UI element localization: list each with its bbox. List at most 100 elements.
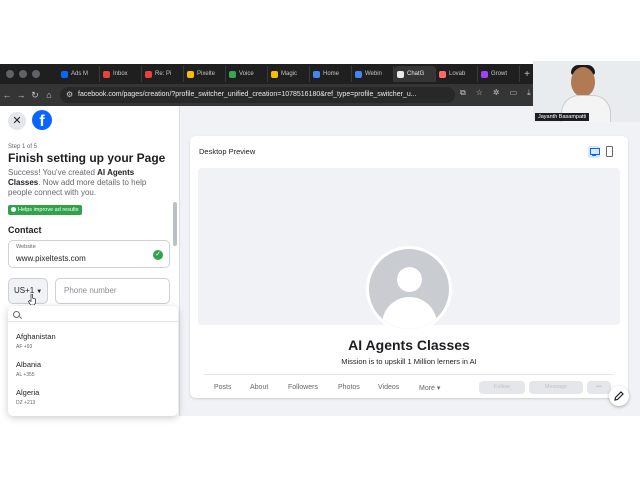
tab-favicon-icon xyxy=(187,70,194,78)
install-icon[interactable]: ⧉ xyxy=(460,88,466,98)
tab-label: Home xyxy=(323,71,340,77)
country-dial-code: AL +355 xyxy=(16,372,35,378)
tab-favicon-icon xyxy=(481,70,488,78)
tab-label: Magic xyxy=(281,71,298,77)
tab-favicon-icon xyxy=(439,70,446,78)
new-tab-button[interactable]: + xyxy=(520,66,534,82)
browser-tab[interactable]: ChatG xyxy=(394,66,436,82)
country-dial-code: AF +93 xyxy=(16,344,33,350)
tab-favicon-icon xyxy=(271,70,278,78)
screen: Ads M Inbox Re: Pi Pixelte Voice Magic Home Web… xyxy=(0,0,640,480)
nav-followers: Followers xyxy=(288,384,318,391)
preview-page-name: AI Agents Classes xyxy=(348,337,470,353)
nav-more: More ▾ xyxy=(419,385,441,392)
contact-heading: Contact xyxy=(8,225,42,235)
extensions-icon[interactable]: ✲ xyxy=(493,88,500,98)
tab-favicon-icon xyxy=(229,70,236,78)
nav-videos: Videos xyxy=(378,384,400,391)
phone-number-input[interactable]: Phone number xyxy=(55,278,170,304)
setup-panel: ✕ f Step 1 of 5 Finish setting up your P… xyxy=(0,106,180,416)
tab-label: Webin xyxy=(365,71,382,77)
ad-results-badge: Helps improve ad results xyxy=(8,205,82,215)
home-icon[interactable]: ⌂ xyxy=(42,90,56,100)
country-dropdown: Afghanistan AF +93 Albania AL +355 Alger… xyxy=(8,306,178,416)
caret-down-icon: ▼ xyxy=(36,289,43,295)
tab-favicon-icon xyxy=(103,70,110,78)
presenter-face xyxy=(571,67,595,97)
window-controls xyxy=(0,70,58,78)
website-value: www.pixeltests.com xyxy=(16,254,86,263)
edit-icon[interactable] xyxy=(609,386,629,406)
website-field[interactable]: Website www.pixeltests.com ✓ xyxy=(8,240,170,268)
checkmark-icon: ✓ xyxy=(153,250,163,260)
browser-tab[interactable]: Voice xyxy=(226,66,268,82)
nav-posts: Posts xyxy=(214,384,232,391)
panel-icon[interactable]: ▭ xyxy=(510,88,518,98)
nav-photos: Photos xyxy=(338,384,360,391)
browser-tab[interactable]: Magic xyxy=(268,66,310,82)
desktop-icon[interactable] xyxy=(588,146,600,158)
close-window-button[interactable] xyxy=(6,70,14,78)
browser-tab[interactable]: Lovab xyxy=(436,66,478,82)
desc-prefix: Success! You've created xyxy=(8,168,98,177)
page-content: ✕ f Step 1 of 5 Finish setting up your P… xyxy=(0,106,640,416)
tab-favicon-icon xyxy=(61,70,68,78)
country-option[interactable]: Algeria DZ +213 xyxy=(16,388,166,406)
browser-tab[interactable]: Inbox xyxy=(100,66,142,82)
badge-icon xyxy=(11,206,16,212)
tab-favicon-icon xyxy=(355,70,362,78)
tab-list: Ads M Inbox Re: Pi Pixelte Voice Magic Home Web… xyxy=(58,66,520,82)
close-icon[interactable]: ✕ xyxy=(8,112,26,130)
country-option[interactable]: Albania AL +355 xyxy=(16,360,166,378)
mouse-cursor-icon xyxy=(28,294,36,305)
tab-label: Lovab xyxy=(449,71,466,77)
download-icon[interactable]: ⤓ xyxy=(527,88,531,98)
pencil-icon xyxy=(614,391,624,401)
tab-label: ChatG xyxy=(407,71,425,77)
tab-favicon-icon xyxy=(145,70,152,78)
nav-more-label: More xyxy=(419,385,435,392)
maximize-window-button[interactable] xyxy=(32,70,40,78)
tab-label: Inbox xyxy=(113,71,128,77)
tab-favicon-icon xyxy=(397,70,404,78)
url-text: facebook.com/pages/creation/?profile_swi… xyxy=(78,91,417,98)
facebook-logo[interactable]: f xyxy=(32,110,52,130)
browser-tab[interactable]: Webin xyxy=(352,66,394,82)
browser-tab[interactable]: Pixelte xyxy=(184,66,226,82)
country-dial-code: DZ +213 xyxy=(16,400,36,406)
message-button: Message xyxy=(529,381,583,394)
more-options-button: ••• xyxy=(587,381,611,394)
browser-tab[interactable]: Growt xyxy=(478,66,520,82)
url-field[interactable]: ⚙ facebook.com/pages/creation/?profile_s… xyxy=(60,87,455,103)
step-indicator: Step 1 of 5 xyxy=(8,144,38,150)
browser-tab[interactable]: Re: Pi xyxy=(142,66,184,82)
country-search-field[interactable] xyxy=(8,308,178,322)
tab-label: Voice xyxy=(239,71,254,77)
presenter-name-tag: Jayanth Basampatti xyxy=(535,113,590,121)
panel-scrollbar[interactable] xyxy=(173,202,177,246)
avatar-body xyxy=(382,297,437,329)
nav-about: About xyxy=(250,384,269,391)
browser-tab[interactable]: Home xyxy=(310,66,352,82)
country-name: Afghanistan xyxy=(16,332,56,341)
reload-icon[interactable]: ↻ xyxy=(28,90,42,101)
tab-label: Re: Pi xyxy=(155,71,172,77)
profile-picture xyxy=(366,246,452,332)
country-name: Algeria xyxy=(16,388,40,397)
browser-tab[interactable]: Ads M xyxy=(58,66,100,82)
search-icon xyxy=(13,311,20,318)
mobile-icon[interactable] xyxy=(606,146,613,157)
country-option[interactable]: Afghanistan AF +93 xyxy=(16,332,166,350)
site-info-icon[interactable]: ⚙ xyxy=(66,87,73,103)
tab-favicon-icon xyxy=(313,70,320,78)
website-label: Website xyxy=(16,244,36,250)
tab-label: Pixelte xyxy=(197,71,216,77)
tab-label: Ads M xyxy=(71,71,89,77)
back-icon[interactable]: ← xyxy=(0,90,14,100)
preview-title: Desktop Preview xyxy=(199,147,256,156)
minimize-window-button[interactable] xyxy=(19,70,27,78)
forward-icon[interactable]: → xyxy=(14,90,28,100)
bookmark-star-icon[interactable]: ☆ xyxy=(476,88,483,98)
preview-nav: Posts About Followers Photos Videos More… xyxy=(204,374,614,394)
tab-label: Growt xyxy=(491,71,508,77)
